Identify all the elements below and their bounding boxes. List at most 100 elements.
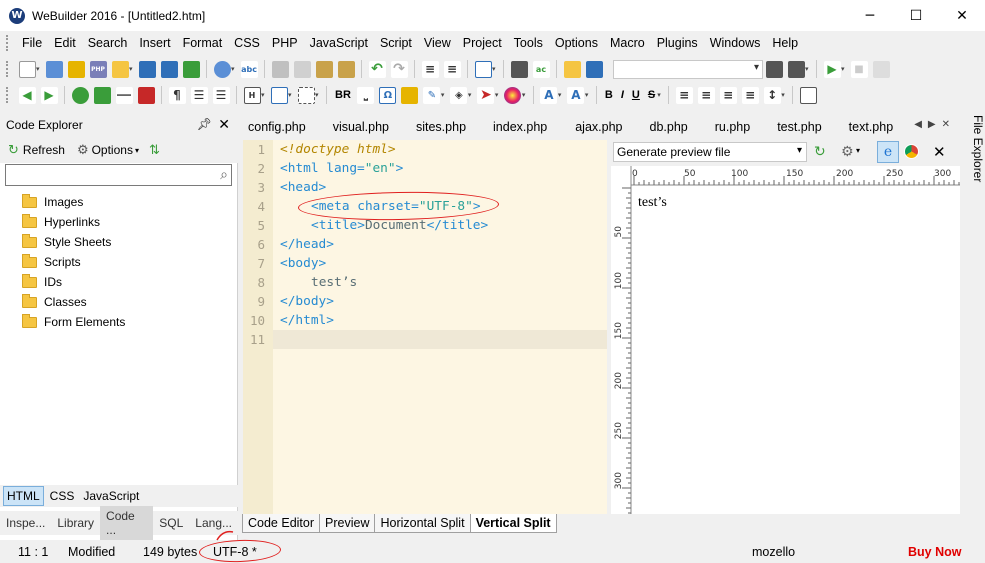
doc-tab-index[interactable]: index.php <box>493 120 547 134</box>
tree-item-images[interactable]: Images <box>22 192 83 212</box>
menu-css[interactable]: CSS <box>228 31 266 55</box>
insert-anchor-icon[interactable] <box>137 86 155 104</box>
tree-item-scripts[interactable]: Scripts <box>22 252 81 272</box>
align-center-icon[interactable]: ≡ <box>697 86 715 104</box>
settings-gear-icon[interactable]: ⚙ <box>841 143 854 160</box>
sort-icon[interactable]: ⇅ <box>149 142 160 158</box>
numbered-list-icon[interactable]: ☰ <box>212 86 230 104</box>
menu-php[interactable]: PHP <box>266 31 304 55</box>
table-dropdown-icon[interactable]: ▾ <box>288 91 295 99</box>
code-explorer-search-input[interactable]: ⌕ <box>5 164 232 186</box>
new-php-icon[interactable]: PHP <box>89 60 107 78</box>
menu-help[interactable]: Help <box>766 31 804 55</box>
options-dropdown-icon[interactable]: ▾ <box>135 146 139 155</box>
paragraph-icon[interactable]: ¶ <box>168 86 186 104</box>
maximize-button[interactable]: ☐ <box>893 0 939 31</box>
run-icon[interactable]: ▶ <box>823 60 841 78</box>
font-icon[interactable]: A <box>540 86 558 104</box>
tree-item-ids[interactable]: IDs <box>22 272 62 292</box>
layout-icon[interactable] <box>474 60 492 78</box>
copy-icon[interactable] <box>293 60 311 78</box>
color-wheel-icon[interactable] <box>504 86 522 104</box>
panel-tab-library[interactable]: Library <box>51 513 100 533</box>
font-dropdown-icon[interactable]: ▾ <box>558 91 565 99</box>
close-preview-icon[interactable]: ✕ <box>933 143 946 161</box>
doc-tab-test[interactable]: test.php <box>777 120 821 134</box>
doc-tab-ajax[interactable]: ajax.php <box>575 120 622 134</box>
menu-windows[interactable]: Windows <box>704 31 767 55</box>
heading-icon[interactable]: H <box>243 86 261 104</box>
edit-file-icon[interactable] <box>67 60 85 78</box>
minimize-button[interactable]: ─ <box>847 0 893 31</box>
spellcheck-icon[interactable]: abc <box>240 60 258 78</box>
tab-scroll-arrows-icon[interactable]: ◀▶✕ <box>914 119 956 130</box>
menu-plugins[interactable]: Plugins <box>651 31 704 55</box>
panel-tab-sql[interactable]: SQL <box>153 513 189 533</box>
snippet-dropdown-icon[interactable]: ▾ <box>441 91 448 99</box>
doc-tab-config[interactable]: config.php <box>248 120 306 134</box>
ie-browser-icon[interactable]: e <box>877 141 899 163</box>
zoom-dropdown-icon[interactable]: ▾ <box>231 65 238 73</box>
line-spacing-icon[interactable]: ↕ <box>763 86 781 104</box>
options-gear-icon[interactable]: ⚙ <box>77 142 89 158</box>
bold-button[interactable]: B <box>605 89 613 101</box>
find-dropdown-icon[interactable]: ▾ <box>805 65 812 73</box>
refresh-button[interactable]: Refresh <box>23 143 65 157</box>
menu-javascript[interactable]: JavaScript <box>304 31 374 55</box>
tag-dropdown-icon[interactable]: ▾ <box>468 91 475 99</box>
view-tab-vertical-split[interactable]: Vertical Split <box>469 514 557 533</box>
align-left-icon[interactable]: ≡ <box>675 86 693 104</box>
menu-file[interactable]: File <box>16 31 48 55</box>
pin-icon[interactable]: 📌︎ <box>197 117 212 131</box>
file-explorer-tab[interactable]: File Explorer <box>960 113 985 513</box>
goto-icon[interactable] <box>585 60 603 78</box>
doc-tab-sites[interactable]: sites.php <box>416 120 466 134</box>
menu-options[interactable]: Options <box>549 31 604 55</box>
menu-search[interactable]: Search <box>82 31 134 55</box>
layout-dropdown-icon[interactable]: ▾ <box>492 65 499 73</box>
redo-icon[interactable]: ↷ <box>390 60 408 78</box>
heading-dropdown-icon[interactable]: ▾ <box>261 91 268 99</box>
run-dropdown-icon[interactable]: ▾ <box>841 65 848 73</box>
view-tab-code-editor[interactable]: Code Editor <box>242 514 321 533</box>
options-button[interactable]: Options <box>92 143 133 157</box>
upload-icon[interactable] <box>182 60 200 78</box>
preview-mode-select[interactable]: Generate preview file <box>613 142 807 162</box>
open-dropdown-icon[interactable]: ▾ <box>129 65 136 73</box>
view-tab-horizontal-split[interactable]: Horizontal Split <box>374 514 471 533</box>
div-dropdown-icon[interactable]: ▾ <box>315 91 322 99</box>
find-next-icon[interactable] <box>765 60 783 78</box>
search-icon[interactable]: ⌕ <box>220 166 228 183</box>
color-wheel-dropdown-icon[interactable]: ▾ <box>522 91 529 99</box>
undo-icon[interactable]: ↶ <box>368 60 386 78</box>
bullet-list-icon[interactable]: ☰ <box>190 86 208 104</box>
open-folder-icon[interactable] <box>111 60 129 78</box>
insert-image-icon[interactable] <box>93 86 111 104</box>
line-break-button[interactable]: BR <box>335 89 351 101</box>
find-in-files-icon[interactable] <box>563 60 581 78</box>
paste-special-icon[interactable] <box>337 60 355 78</box>
lang-tab-javascript[interactable]: JavaScript <box>80 487 142 505</box>
tag-icon[interactable]: ◈ <box>450 86 468 104</box>
back-icon[interactable]: ◀ <box>18 86 36 104</box>
search-combo[interactable] <box>613 59 763 79</box>
strikethrough-button[interactable]: S <box>648 89 655 101</box>
new-file-icon[interactable] <box>18 60 36 78</box>
outdent-icon[interactable]: ≡ <box>443 60 461 78</box>
lang-tab-css[interactable]: CSS <box>47 487 78 505</box>
find-icon[interactable] <box>510 60 528 78</box>
zoom-icon[interactable] <box>213 60 231 78</box>
align-right-icon[interactable]: ≡ <box>719 86 737 104</box>
div-icon[interactable] <box>297 86 315 104</box>
toolbar-grip[interactable] <box>6 61 10 77</box>
italic-button[interactable]: I <box>621 89 624 101</box>
tree-item-classes[interactable]: Classes <box>22 292 87 312</box>
menu-script[interactable]: Script <box>374 31 418 55</box>
font-size-dropdown-icon[interactable]: ▾ <box>585 91 592 99</box>
menu-tools[interactable]: Tools <box>508 31 549 55</box>
settings-dropdown-icon[interactable]: ▾ <box>856 146 860 155</box>
insert-link-icon[interactable] <box>71 86 89 104</box>
color-picker-icon[interactable]: ➤ <box>477 86 495 104</box>
nbsp-icon[interactable]: ⎵ <box>357 86 375 104</box>
horizontal-rule-icon[interactable]: ― <box>115 86 133 104</box>
